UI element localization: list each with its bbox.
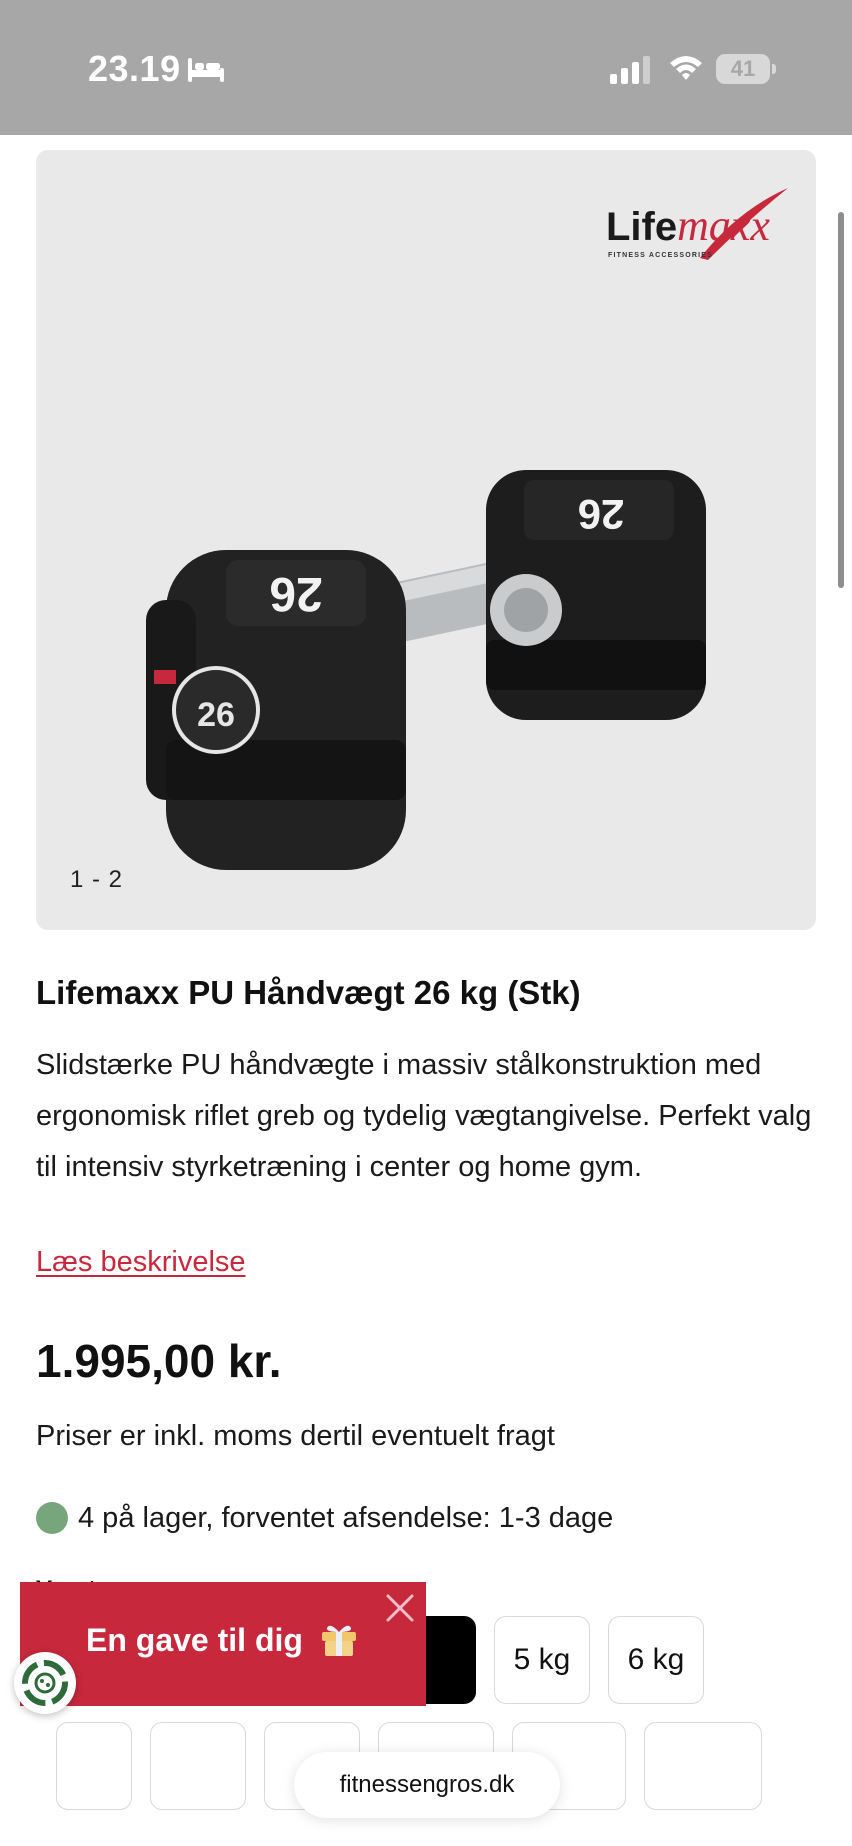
close-icon[interactable]: [382, 1590, 418, 1626]
weight-option[interactable]: [644, 1722, 762, 1810]
weight-option[interactable]: [56, 1722, 132, 1810]
gift-banner[interactable]: En gave til dig: [20, 1582, 426, 1706]
recycle-icon: [22, 1660, 68, 1706]
browser-url-bar[interactable]: fitnessengros.dk: [294, 1752, 560, 1818]
plate-number: 26: [578, 491, 625, 538]
weight-option-5kg[interactable]: 5 kg: [494, 1616, 590, 1704]
product-price: 1.995,00 kr.: [36, 1335, 282, 1387]
gift-banner-text: En gave til dig: [86, 1622, 303, 1658]
signal-icon: [610, 56, 650, 84]
product-description: Slidstærke PU håndvægte i massiv stålkon…: [36, 1049, 812, 1183]
page-scrollbar[interactable]: [838, 212, 844, 588]
product-title: Lifemaxx PU Håndvægt 26 kg (Stk): [36, 974, 581, 1011]
status-bar: 23.19 41: [0, 0, 852, 135]
svg-text:26: 26: [269, 567, 322, 620]
weight-option[interactable]: [150, 1722, 246, 1810]
wifi-icon: [670, 56, 702, 80]
product-image-gallery[interactable]: Lifemaxx FITNESS ACCESSORIES 26 26 26 1 …: [36, 150, 816, 930]
bed-icon: [188, 58, 224, 82]
brand-logo: Lifemaxx FITNESS ACCESSORIES: [568, 180, 788, 270]
svg-text:26: 26: [197, 696, 235, 734]
battery-icon: 41: [716, 54, 776, 84]
status-time: 23.19: [88, 48, 181, 89]
read-description-link[interactable]: Læs beskrivelse: [36, 1246, 246, 1279]
gift-icon: [322, 1625, 356, 1656]
image-counter: 1 - 2: [70, 866, 124, 893]
stock-status-text: 4 på lager, forventet afsendelse: 1-3 da…: [78, 1502, 614, 1534]
vat-note: Priser er inkl. moms dertil eventuelt fr…: [36, 1420, 555, 1452]
weight-option-6kg[interactable]: 6 kg: [608, 1616, 704, 1704]
eco-badge-button[interactable]: [14, 1652, 76, 1714]
battery-level: 41: [730, 56, 756, 81]
stock-status-icon: [36, 1502, 68, 1534]
dumbbell-product-image: 26 26 26: [146, 470, 706, 870]
